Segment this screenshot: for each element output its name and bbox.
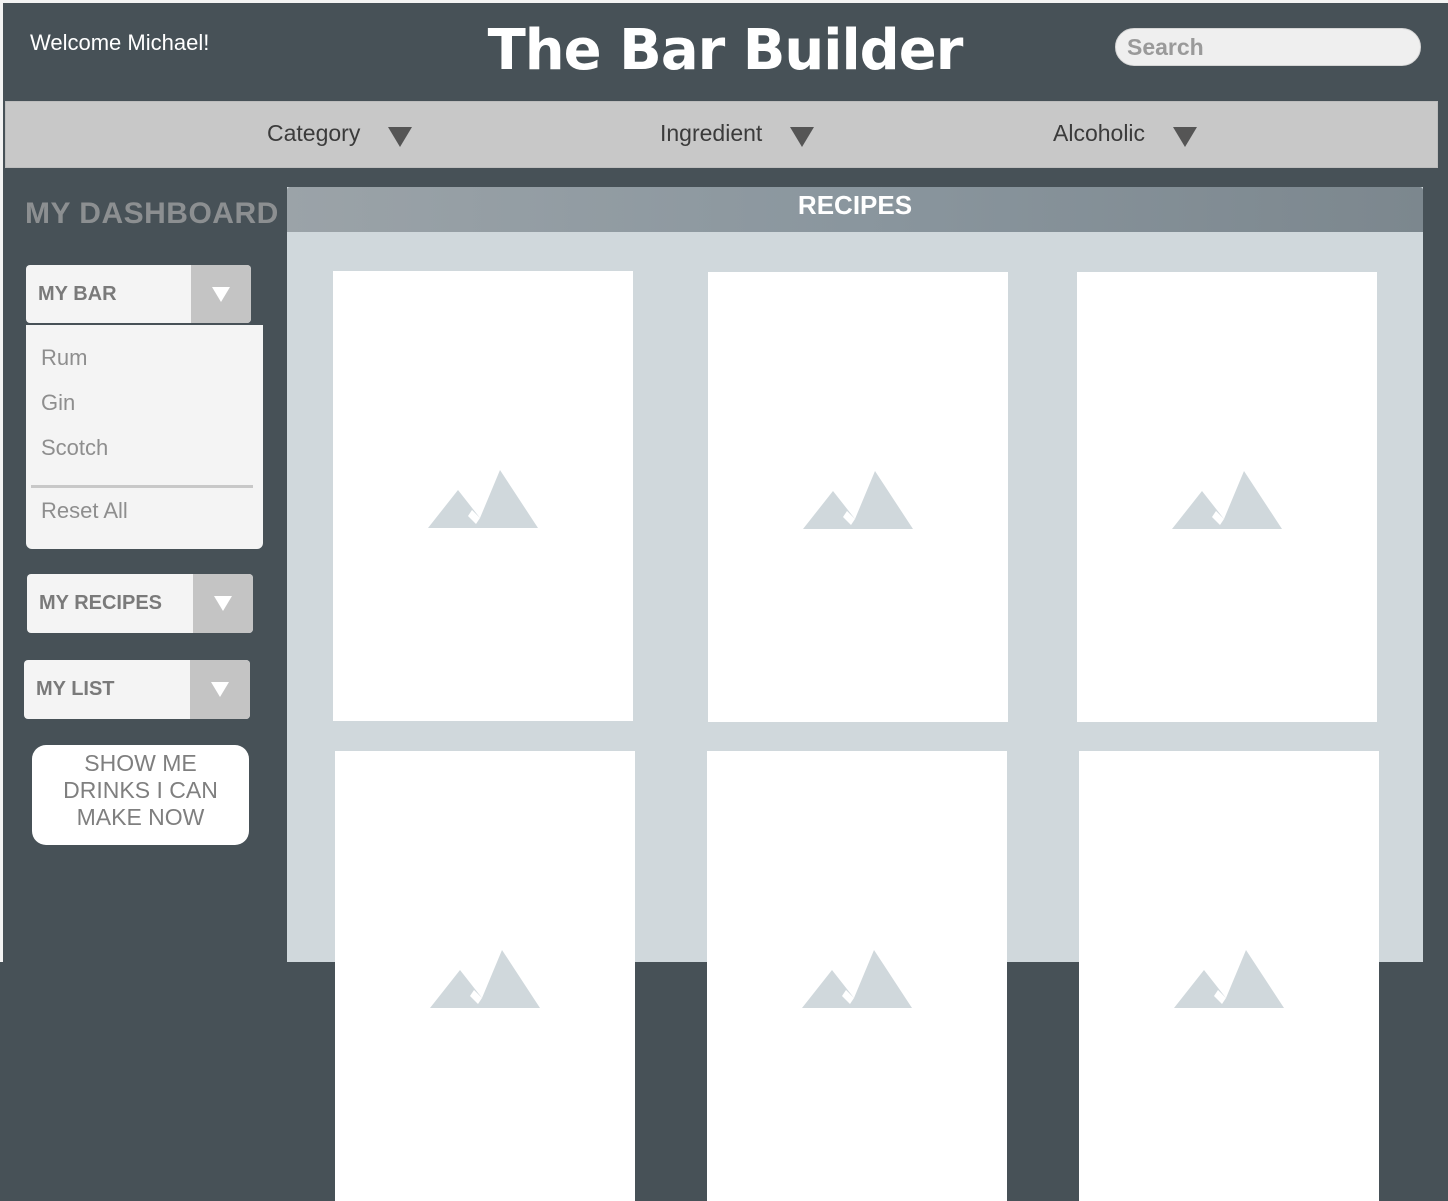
recipe-card[interactable] <box>707 751 1007 1201</box>
show-button-line-3: MAKE NOW <box>76 804 205 830</box>
triangle-down-icon <box>1173 126 1198 147</box>
welcome-message: Welcome Michael! <box>30 30 210 55</box>
filter-alcoholic-label: Alcoholic <box>1053 120 1146 146</box>
recipes-title: RECIPES <box>797 190 913 220</box>
my-recipes-dropdown[interactable]: MY RECIPES <box>27 574 253 633</box>
search-input[interactable] <box>1115 28 1421 66</box>
recipe-card[interactable] <box>333 271 633 721</box>
triangle-down-icon <box>388 126 413 147</box>
frame-left-border <box>0 0 3 962</box>
filter-ingredient-dropdown[interactable]: Ingredient <box>660 120 815 147</box>
show-button-line-1: SHOW ME <box>84 750 197 776</box>
image-placeholder-icon <box>803 471 913 529</box>
filter-category-label: Category <box>267 120 361 146</box>
my-bar-label: MY BAR <box>38 283 117 305</box>
triangle-down-icon <box>790 126 815 147</box>
dashboard-title: MY DASHBOARD <box>25 197 279 230</box>
image-placeholder-icon <box>1172 471 1282 529</box>
image-placeholder-icon <box>802 950 912 1008</box>
menu-item-scotch[interactable]: Scotch <box>41 435 108 461</box>
menu-item-gin[interactable]: Gin <box>41 390 75 416</box>
filter-ingredient-label: Ingredient <box>660 120 763 146</box>
filter-bar: Category Ingredient Alcoholic <box>5 101 1438 168</box>
recipe-card[interactable] <box>335 751 635 1201</box>
filter-alcoholic-dropdown[interactable]: Alcoholic <box>1053 120 1198 147</box>
chevron-down-icon[interactable] <box>193 574 253 633</box>
reset-all-button[interactable]: Reset All <box>41 498 128 524</box>
my-list-label: MY LIST <box>36 678 115 700</box>
image-placeholder-icon <box>1174 950 1284 1008</box>
recipes-panel: RECIPES <box>287 187 1423 1201</box>
my-recipes-label: MY RECIPES <box>39 592 162 614</box>
show-drinks-i-can-make-button[interactable]: SHOW ME DRINKS I CAN MAKE NOW <box>32 745 249 845</box>
recipe-card[interactable] <box>1077 272 1377 722</box>
recipes-header: RECIPES <box>287 187 1423 232</box>
my-bar-menu: Rum Gin Scotch Reset All <box>26 325 263 549</box>
image-placeholder-icon <box>430 950 540 1008</box>
filter-category-dropdown[interactable]: Category <box>267 120 413 147</box>
my-bar-dropdown[interactable]: MY BAR <box>26 265 251 323</box>
image-placeholder-icon <box>428 470 538 528</box>
menu-divider <box>31 485 253 488</box>
chevron-down-icon[interactable] <box>190 660 250 719</box>
my-list-dropdown[interactable]: MY LIST <box>24 660 250 719</box>
app-title: The Bar Builder <box>487 18 964 83</box>
frame-top-border <box>0 0 1448 3</box>
menu-item-rum[interactable]: Rum <box>41 345 87 371</box>
chevron-down-icon[interactable] <box>191 265 251 323</box>
show-button-line-2: DRINKS I CAN <box>63 777 218 803</box>
recipe-card[interactable] <box>1079 751 1379 1201</box>
recipe-card[interactable] <box>708 272 1008 722</box>
